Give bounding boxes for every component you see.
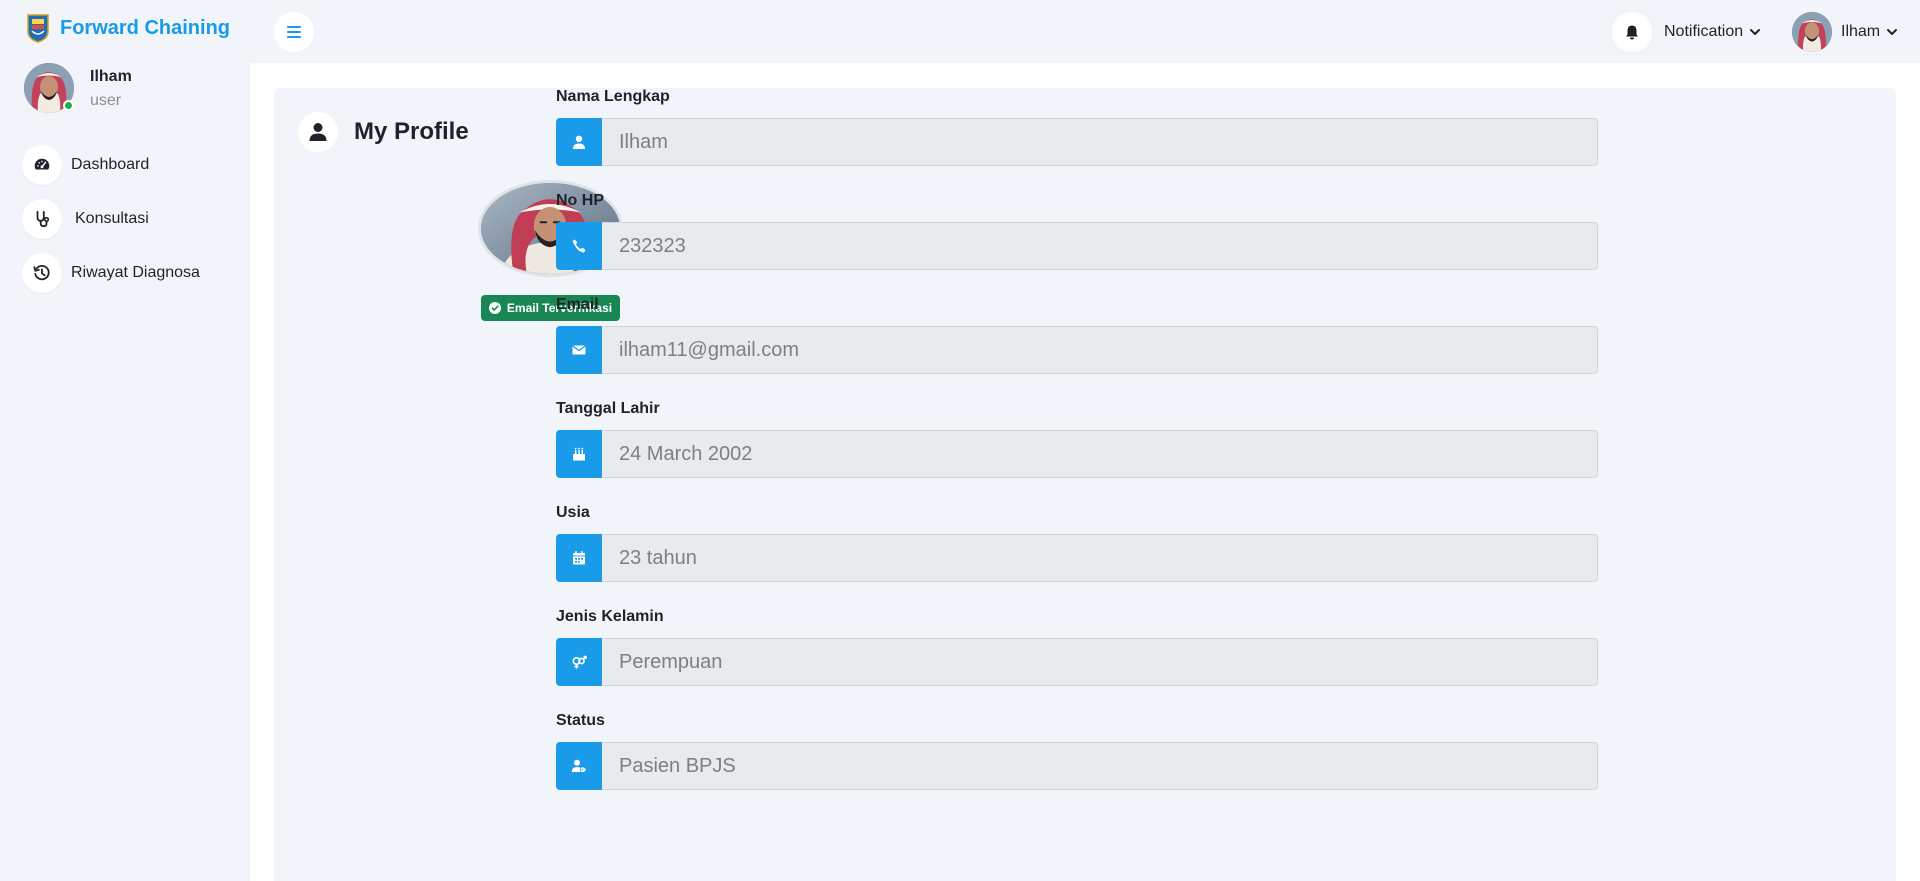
user-icon bbox=[556, 118, 602, 166]
avatar bbox=[1792, 12, 1832, 52]
field-label: Usia bbox=[556, 504, 590, 521]
field-label: Jenis Kelamin bbox=[556, 608, 664, 625]
gender-icon bbox=[556, 638, 602, 686]
chevron-down-icon bbox=[1887, 29, 1898, 35]
profile-name: Ilham bbox=[1841, 23, 1881, 40]
brand[interactable]: Forward Chaining bbox=[26, 12, 230, 44]
field-nama-lengkap: Nama Lengkap bbox=[556, 88, 1598, 192]
sidebar-item-label: Dashboard bbox=[71, 156, 150, 173]
sidebar-item-konsultasi[interactable]: Konsultasi bbox=[22, 199, 242, 239]
sidebar-user-panel[interactable]: Ilham user bbox=[24, 63, 132, 113]
profile-form: Nama Lengkap No HP Email Tanggal Lahir bbox=[556, 88, 1598, 816]
field-label: No HP bbox=[556, 192, 604, 209]
check-circle-icon bbox=[488, 302, 501, 314]
page-title: My Profile bbox=[354, 118, 469, 145]
profile-dropdown[interactable]: Ilham bbox=[1792, 12, 1898, 52]
calendar-icon bbox=[556, 534, 602, 582]
nama-lengkap-input[interactable] bbox=[602, 118, 1598, 166]
sidebar-item-riwayat-diagnosa[interactable]: Riwayat Diagnosa bbox=[22, 253, 242, 293]
field-no-hp: No HP bbox=[556, 192, 1598, 296]
online-status-indicator bbox=[63, 100, 74, 111]
email-input[interactable] bbox=[602, 326, 1598, 374]
field-tanggal-lahir: Tanggal Lahir bbox=[556, 400, 1598, 504]
topbar: Notification Ilham bbox=[250, 0, 1920, 63]
no-hp-input[interactable] bbox=[602, 222, 1598, 270]
jenis-kelamin-input[interactable] bbox=[602, 638, 1598, 686]
menu-toggle-button[interactable] bbox=[274, 12, 314, 52]
hamburger-icon bbox=[287, 26, 301, 38]
bell-icon bbox=[1612, 12, 1652, 52]
regional-emblem-icon bbox=[27, 14, 49, 43]
field-usia: Usia bbox=[556, 504, 1598, 608]
sidebar-user-name: Ilham bbox=[90, 68, 132, 85]
brand-name: Forward Chaining bbox=[60, 16, 230, 39]
status-input[interactable] bbox=[602, 742, 1598, 790]
notification-label: Notification bbox=[1664, 23, 1744, 40]
sidebar-item-label: Konsultasi bbox=[75, 210, 149, 227]
card-header: My Profile bbox=[298, 112, 469, 152]
usia-input[interactable] bbox=[602, 534, 1598, 582]
envelope-icon bbox=[556, 326, 602, 374]
tanggal-lahir-input[interactable] bbox=[602, 430, 1598, 478]
user-icon bbox=[298, 112, 338, 152]
sidebar-user-role: user bbox=[90, 92, 122, 109]
user-tag-icon bbox=[556, 742, 602, 790]
field-label: Email bbox=[556, 296, 599, 313]
field-label: Nama Lengkap bbox=[556, 88, 670, 105]
field-jenis-kelamin: Jenis Kelamin bbox=[556, 608, 1598, 712]
sidebar-item-dashboard[interactable]: Dashboard bbox=[22, 145, 242, 185]
field-label: Tanggal Lahir bbox=[556, 400, 660, 417]
history-icon bbox=[22, 253, 62, 293]
sidebar-nav: Dashboard Konsultasi Riwayat Diagnosa bbox=[22, 145, 242, 307]
field-status: Status bbox=[556, 712, 1598, 816]
field-label: Status bbox=[556, 712, 605, 729]
chevron-down-icon bbox=[1750, 29, 1761, 35]
sidebar-item-label: Riwayat Diagnosa bbox=[71, 264, 200, 281]
stethoscope-icon bbox=[22, 199, 62, 239]
birthday-cake-icon bbox=[556, 430, 602, 478]
gauge-icon bbox=[22, 145, 62, 185]
phone-icon bbox=[556, 222, 602, 270]
avatar bbox=[24, 63, 74, 113]
notification-dropdown[interactable]: Notification bbox=[1612, 12, 1761, 52]
field-email: Email bbox=[556, 296, 1598, 400]
sidebar: Forward Chaining Ilham user Dashboard Ko… bbox=[0, 0, 250, 881]
